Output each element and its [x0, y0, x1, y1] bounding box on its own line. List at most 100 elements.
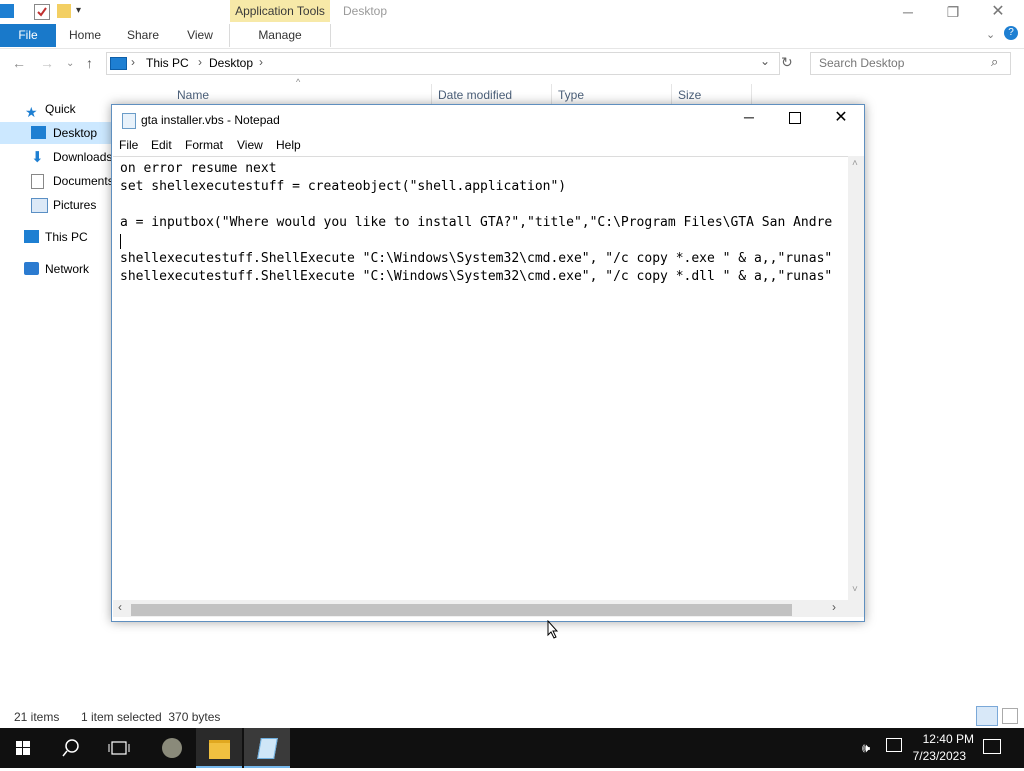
nav-item-network[interactable]: Network [0, 258, 112, 280]
scroll-left-icon[interactable]: ‹ [118, 600, 122, 614]
sort-ascending-icon: ^ [296, 77, 301, 87]
back-icon[interactable]: ← [12, 55, 26, 71]
search-icon: ⌕ [991, 54, 999, 69]
details-view-icon[interactable] [976, 706, 998, 726]
status-selection: 1 item selected 370 bytes [81, 710, 221, 724]
volume-icon[interactable]: 🕪 [862, 740, 870, 756]
this-pc-icon [24, 230, 39, 243]
horizontal-scroll-thumb[interactable] [131, 604, 792, 616]
nav-label: Network [45, 262, 90, 276]
forward-icon[interactable]: → [40, 55, 54, 71]
vertical-scrollbar[interactable]: ˄ ˅ [848, 156, 864, 600]
large-icons-view-icon[interactable] [1002, 708, 1018, 724]
close-button[interactable]: ✕ [980, 2, 1016, 22]
notepad-maximize-button[interactable] [777, 109, 813, 129]
code-line: shellexecutestuff.ShellExecute "C:\Windo… [120, 251, 833, 266]
ribbon-expand-icon[interactable]: ⌄ [986, 28, 995, 41]
breadcrumb-desktop[interactable]: Desktop [209, 56, 253, 70]
download-arrow-icon: ⬇ [31, 149, 44, 166]
star-icon: ★ [25, 104, 38, 120]
recent-locations-icon[interactable]: ⌄ [66, 58, 74, 69]
nav-label: Pictures [53, 198, 97, 212]
raccoon-app-icon [162, 738, 182, 758]
column-divider[interactable] [671, 84, 672, 104]
search-input[interactable]: Search Desktop ⌕ [810, 52, 1011, 75]
nav-label: Desktop [53, 126, 98, 140]
nav-item-this-pc[interactable]: This PC [0, 226, 112, 248]
new-folder-icon[interactable] [57, 4, 71, 18]
nav-item-quick-access[interactable]: ★ Quick access [0, 98, 112, 138]
tab-file[interactable]: File [0, 24, 56, 47]
menu-view[interactable]: View [237, 138, 263, 152]
notepad-app-icon [122, 113, 136, 129]
column-type[interactable]: Type [558, 88, 584, 102]
windows-logo-icon [16, 741, 30, 755]
scroll-right-icon[interactable]: › [832, 600, 836, 614]
notepad-titlebar[interactable]: gta installer.vbs - Notepad ─ ✕ [112, 105, 864, 135]
menu-format[interactable]: Format [185, 138, 223, 152]
search-taskbar-button[interactable] [48, 728, 94, 768]
clock-date[interactable]: 7/23/2023 [886, 749, 966, 763]
column-name[interactable]: Name [177, 88, 209, 102]
column-divider[interactable] [431, 84, 432, 104]
tab-share[interactable]: Share [120, 24, 166, 47]
breadcrumb-this-pc[interactable]: This PC [146, 56, 189, 70]
tab-view[interactable]: View [178, 24, 222, 47]
minimize-button[interactable]: ─ [890, 2, 926, 22]
explorer-app-icon [0, 4, 14, 18]
status-item-count: 21 items [14, 710, 60, 724]
refresh-icon[interactable]: ↻ [781, 54, 793, 71]
scroll-up-icon[interactable]: ˄ [852, 158, 858, 169]
search-icon [62, 739, 79, 757]
menu-help[interactable]: Help [276, 138, 301, 152]
taskbar-file-explorer[interactable] [196, 728, 242, 768]
nav-item-pictures[interactable]: Pictures [0, 194, 112, 216]
notepad-minimize-button[interactable]: ─ [731, 109, 767, 129]
folder-icon [209, 740, 230, 759]
notepad-menubar [112, 135, 864, 155]
column-divider[interactable] [751, 84, 752, 104]
nav-label: Downloads [53, 150, 113, 164]
nav-label: Documents [53, 174, 114, 188]
notepad-window[interactable]: gta installer.vbs - Notepad ─ ✕ File Edi… [111, 104, 865, 622]
column-divider[interactable] [551, 84, 552, 104]
task-view-icon [108, 741, 130, 755]
menu-edit[interactable]: Edit [151, 138, 172, 152]
address-bar[interactable]: › This PC › Desktop › ⌄ [106, 52, 780, 75]
notepad-text-area[interactable]: on error resume next set shellexecutestu… [113, 156, 848, 601]
menu-file[interactable]: File [119, 138, 138, 152]
properties-icon[interactable] [34, 4, 50, 20]
help-icon[interactable]: ? [1004, 26, 1018, 40]
code-line: a = inputbox("Where would you like to in… [120, 215, 833, 230]
tab-manage[interactable]: Manage [229, 24, 331, 47]
breadcrumb-sep-icon: › [259, 55, 263, 69]
column-size[interactable]: Size [678, 88, 701, 102]
documents-icon [31, 174, 44, 189]
nav-item-documents[interactable]: Documents [0, 170, 114, 192]
address-dropdown-icon[interactable]: ⌄ [760, 54, 770, 68]
start-button[interactable] [0, 728, 46, 768]
restore-button[interactable]: ❐ [935, 2, 971, 22]
nav-item-desktop[interactable]: Desktop [0, 122, 112, 144]
explorer-window-title: Desktop [343, 4, 388, 18]
taskbar-app-raccoon[interactable] [148, 728, 194, 768]
notepad-close-button[interactable]: ✕ [823, 107, 859, 127]
breadcrumb-sep-icon: › [198, 55, 202, 69]
notification-icon[interactable] [983, 739, 1001, 754]
code-line: shellexecutestuff.ShellExecute "C:\Windo… [120, 269, 833, 284]
up-icon[interactable]: ↑ [86, 55, 93, 71]
clock-time[interactable]: 12:40 PM [894, 732, 974, 746]
task-view-button[interactable] [96, 728, 142, 768]
text-cursor [120, 234, 121, 249]
code-line: on error resume next [120, 161, 277, 176]
maximize-icon [789, 112, 801, 124]
column-date-modified[interactable]: Date modified [438, 88, 512, 102]
resize-grip-icon[interactable] [848, 600, 864, 617]
explorer-titlebar [0, 0, 1024, 24]
taskbar-notepad[interactable] [244, 728, 290, 768]
nav-item-downloads[interactable]: ⬇ Downloads [0, 146, 112, 168]
tab-home[interactable]: Home [62, 24, 108, 47]
customize-quick-access-icon[interactable]: ▾ [76, 4, 90, 18]
scroll-down-icon[interactable]: ˅ [852, 584, 858, 595]
breadcrumb-sep-icon: › [131, 55, 135, 69]
